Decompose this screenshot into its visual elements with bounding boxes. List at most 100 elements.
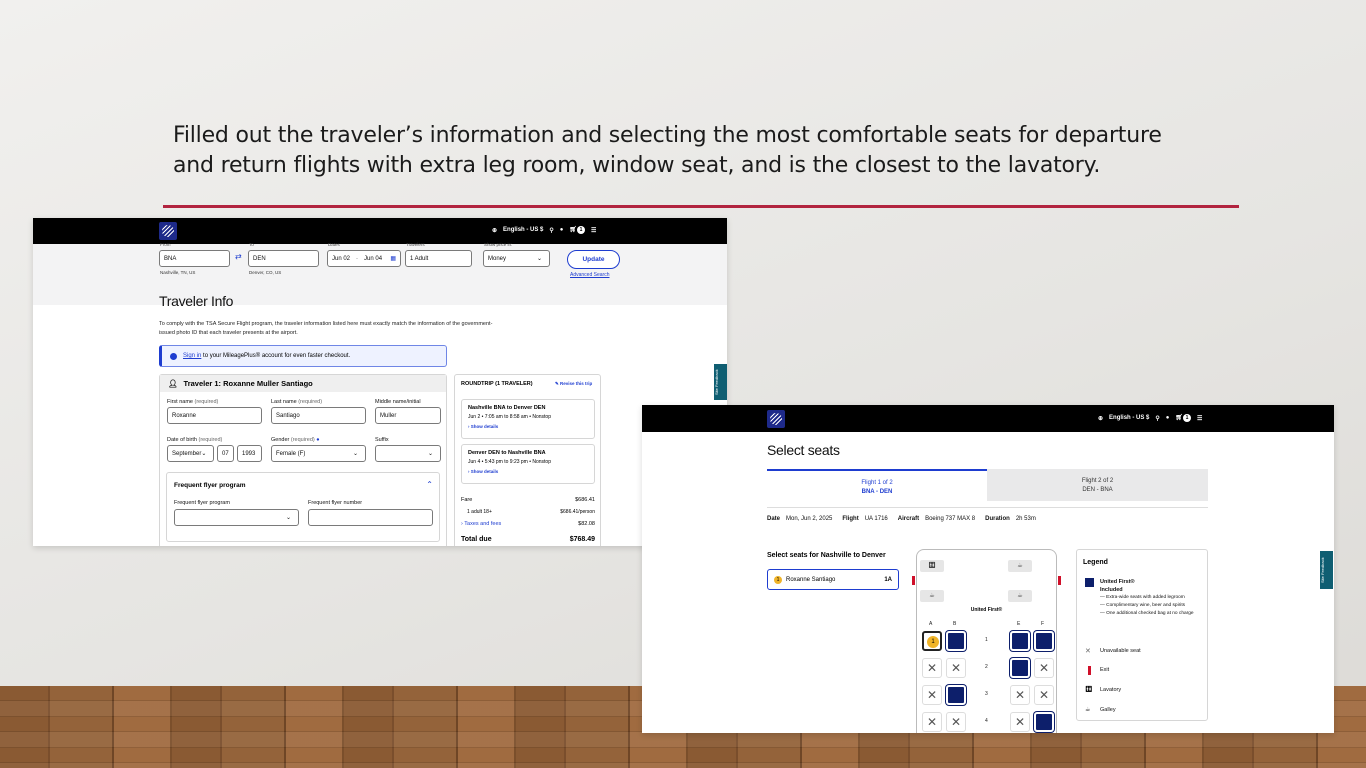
seat-4b-unavailable: ✕ [946,712,966,732]
legend-title: Legend [1083,559,1108,566]
seat-1f[interactable] [1034,631,1054,651]
help-icon[interactable]: ● [316,437,319,443]
search-icon[interactable]: ⚲ [1155,415,1159,422]
united-logo-icon[interactable] [767,410,785,428]
price-label: Show price in: [484,242,513,247]
gender-select[interactable]: Female (F) ⌄ [271,445,366,462]
dates-input[interactable]: Jun 02 - Jun 04 ▦ [327,250,401,267]
trip-summary-panel: ROUNDTRIP (1 TRAVELER) ✎ Revise this tri… [454,374,601,546]
adult-row: 1 adult 18+ $686.41/person [467,509,595,515]
depart-date: Jun 02 [332,255,351,262]
menu-icon[interactable]: ☰ [591,227,596,234]
dates-label: Dates [328,242,340,247]
globe-icon[interactable]: ⊕ [492,227,497,234]
seat-map: 🚻︎ ☕︎ ☕︎ ☕︎ United First® A B E F 1 2 3 … [916,549,1057,733]
unavailable-icon: ✕ [1085,648,1091,655]
dob-day-input[interactable]: 07 [217,445,234,462]
passenger-name: Roxanne Santiago [786,576,836,583]
revise-trip-link[interactable]: ✎ Revise this trip [555,381,592,387]
seat-2b-unavailable: ✕ [946,658,966,678]
select-seats-heading: Select seats for Nashville to Denver [767,552,886,559]
advanced-search-link[interactable]: Advanced Search [570,272,609,278]
exit-marker-left [912,576,915,585]
update-button[interactable]: Update [567,250,620,269]
dob-month-select[interactable]: September ⌄ [167,445,214,462]
slide-caption: Filled out the traveler’s information an… [173,123,1162,178]
seat-2e[interactable] [1010,658,1030,678]
first-name-label: First name (required) [167,399,219,405]
last-name-label: Last name (required) [271,399,323,405]
seat-3b[interactable] [946,685,966,705]
to-city: Denver, CO, US [249,270,282,275]
select-seats-screenshot: ⊕ English - US $ ⚲ ● 🛒︎ 1 ☰ Select seats … [642,405,1334,733]
passenger-seat: 1A [884,576,892,583]
info-icon [170,352,177,360]
dob-label: Date of birth (required) [167,437,223,443]
top-nav-bar: ⊕ English - US $ ⚲ ● 🛒︎ 1 ☰ [642,405,1334,432]
traveler-info-screenshot: ⊕ English - US $ ⚲ ● 🛒︎ 1 ☰ From BNA Nash… [33,218,727,546]
page-title: Traveler Info [159,293,234,309]
seat-1e[interactable] [1010,631,1030,651]
summary-title: ROUNDTRIP (1 TRAVELER) [461,381,533,387]
passenger-card[interactable]: 1 Roxanne Santiago 1A [767,569,899,590]
language-selector[interactable]: English - US $ [503,227,543,233]
galley-icon: ☕︎ [1008,590,1032,602]
row-number: 3 [985,691,988,697]
ffp-number-input[interactable] [308,509,433,526]
travelers-input[interactable]: 1 Adult [405,250,472,267]
exit-marker-right [1058,576,1061,585]
seat-3a-unavailable: ✕ [922,685,942,705]
ffp-number-label: Frequent flyer number [308,500,363,506]
suffix-select[interactable]: ⌄ [375,445,441,462]
leg1-show-details[interactable]: › Show details [468,424,498,429]
leg2-card: Denver DEN to Nashville BNA Jun 4 • 5:43… [461,444,595,484]
from-input[interactable]: BNA [159,250,230,267]
passenger-number: 1 [774,575,782,584]
site-feedback-tab[interactable]: Site Feedback [714,364,727,400]
tab-flight-2[interactable]: Flight 2 of 2 DEN - BNA [987,469,1208,501]
total-row: Total due $768.49 [461,536,595,543]
united-logo-icon[interactable] [159,222,177,240]
cart-icon[interactable]: 🛒︎ 1 [1175,414,1192,422]
to-input[interactable]: DEN [248,250,319,267]
tsa-notice: To comply with the TSA Secure Flight pro… [159,321,493,336]
calendar-icon[interactable]: ▦ [390,255,396,262]
galley-icon: ☕︎ [1085,707,1091,713]
leg2-title: Denver DEN to Nashville BNA [468,450,546,456]
leg2-show-details[interactable]: › Show details [468,469,498,474]
ffp-program-select[interactable]: ⌄ [174,509,299,526]
price-select[interactable]: Money ⌄ [483,250,550,267]
traveler-form-panel: 👤︎ Traveler 1: Roxanne Muller Santiago F… [159,374,447,546]
middle-name-input[interactable]: Muller [375,407,441,424]
seat-3f-unavailable: ✕ [1034,685,1054,705]
search-icon[interactable]: ⚲ [549,227,553,234]
globe-icon[interactable]: ⊕ [1098,415,1103,422]
user-icon[interactable]: ● [1166,415,1170,421]
menu-icon[interactable]: ☰ [1197,415,1202,422]
user-icon[interactable]: ● [560,227,564,233]
signin-text: Sign in to your MileagePlus® account for… [183,353,350,359]
swap-icon[interactable]: ⇄ [235,252,242,261]
cart-icon[interactable]: 🛒︎ 1 [569,226,586,234]
chevron-up-icon[interactable]: ⌃ [426,480,433,489]
tab-flight-1[interactable]: Flight 1 of 2 BNA - DEN [767,469,987,501]
chevron-down-icon: ⌄ [427,451,433,457]
column-label: E [1017,621,1021,627]
site-feedback-tab[interactable]: Site Feedback [1320,551,1333,589]
seat-1b[interactable] [946,631,966,651]
last-name-input[interactable]: Santiago [271,407,366,424]
seat-1a-selected[interactable] [922,631,942,651]
date-separator: - [356,255,359,262]
first-name-input[interactable]: Roxanne [167,407,262,424]
taxes-link[interactable]: › Taxes and fees [461,521,501,527]
language-selector[interactable]: English - US $ [1109,415,1149,421]
dob-year-input[interactable]: 1993 [237,445,262,462]
seat-4f[interactable] [1034,712,1054,732]
cabin-label: United First® [970,607,1003,613]
price-select-value: Money [488,255,507,262]
signin-link[interactable]: Sign in [183,353,201,359]
header-utilities: ⊕ English - US $ ⚲ ● 🛒︎ 1 ☰ [1098,414,1202,422]
legend-unavailable: ✕ Unavailable seat [1085,648,1141,655]
chevron-down-icon: ⌄ [536,256,542,262]
divider [767,507,1208,508]
